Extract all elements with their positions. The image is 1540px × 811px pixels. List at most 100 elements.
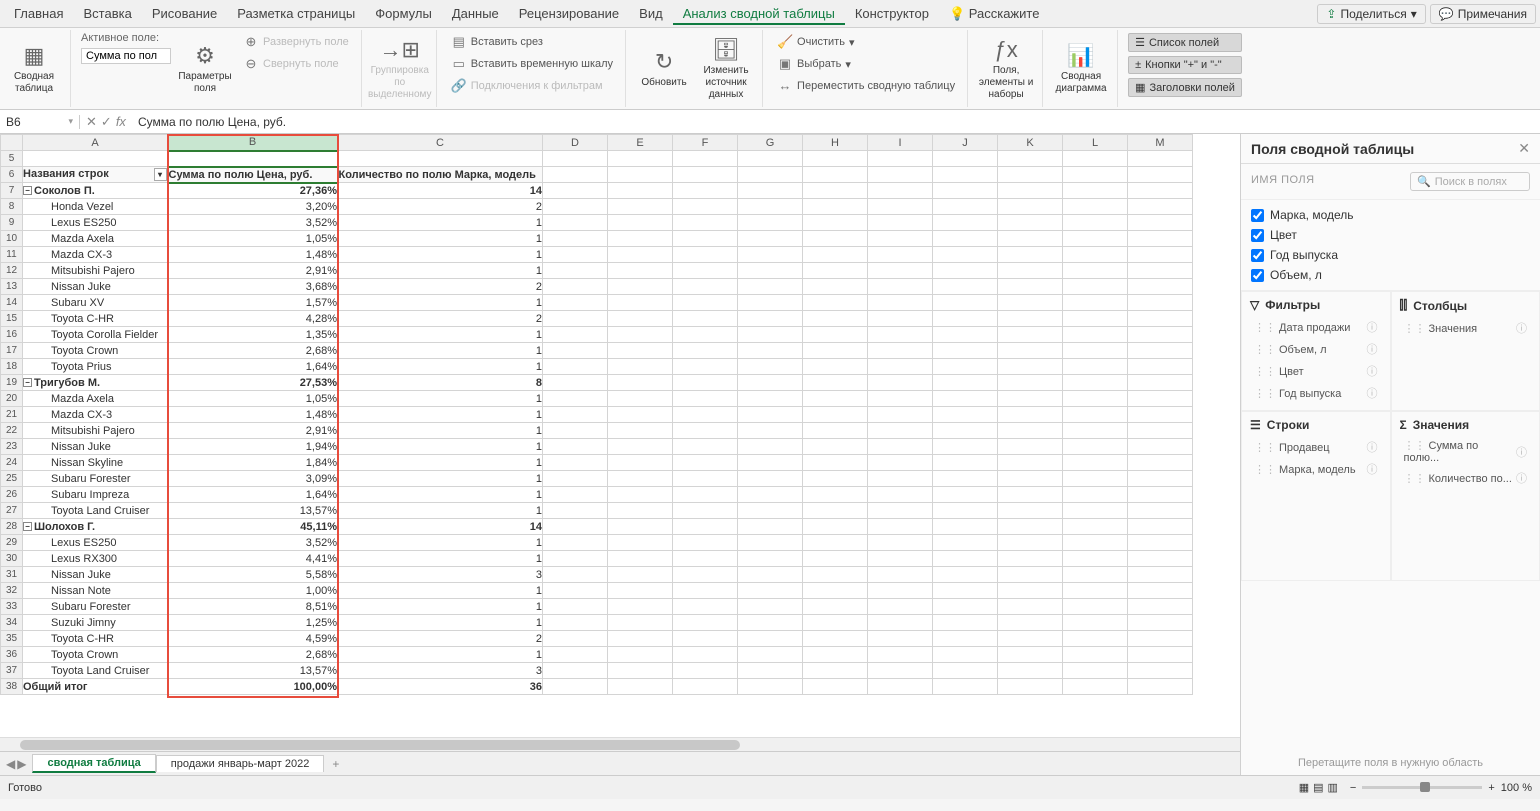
cell[interactable] (608, 359, 673, 375)
cell[interactable] (608, 503, 673, 519)
cell[interactable] (803, 183, 868, 199)
cell[interactable] (673, 247, 738, 263)
row-header[interactable]: 11 (1, 247, 23, 263)
cell[interactable]: 45,11% (168, 519, 338, 535)
menu-tab[interactable]: Данные (442, 2, 509, 25)
insert-timeline-button[interactable]: ▭Вставить временную шкалу (447, 54, 617, 74)
filter-dropdown-icon[interactable]: ▾ (154, 168, 167, 181)
row-header[interactable]: 31 (1, 567, 23, 583)
cell[interactable] (1063, 247, 1128, 263)
cell[interactable]: Lexus ES250 (23, 215, 168, 231)
cell[interactable] (868, 455, 933, 471)
cell[interactable] (1128, 151, 1193, 167)
cell[interactable] (543, 167, 608, 183)
cell[interactable]: 3,68% (168, 279, 338, 295)
cell[interactable]: Toyota Corolla Fielder (23, 327, 168, 343)
cell[interactable] (803, 439, 868, 455)
cell[interactable] (608, 583, 673, 599)
cell[interactable] (543, 343, 608, 359)
row-header[interactable]: 35 (1, 631, 23, 647)
cell[interactable] (543, 215, 608, 231)
row-header[interactable]: 30 (1, 551, 23, 567)
cell[interactable]: Mitsubishi Pajero (23, 263, 168, 279)
cell[interactable] (933, 375, 998, 391)
cell[interactable] (1063, 567, 1128, 583)
cell[interactable]: 4,28% (168, 311, 338, 327)
cell[interactable] (868, 679, 933, 695)
cell[interactable]: Toyota C-HR (23, 631, 168, 647)
cell[interactable]: Lexus ES250 (23, 535, 168, 551)
cell[interactable] (1128, 519, 1193, 535)
field-chip[interactable]: ⋮⋮Цветⓘ (1250, 360, 1382, 382)
cell[interactable]: 1 (338, 343, 543, 359)
cell[interactable] (1128, 295, 1193, 311)
cell[interactable]: 1,35% (168, 327, 338, 343)
cell[interactable] (608, 455, 673, 471)
field-chip[interactable]: ⋮⋮Дата продажиⓘ (1250, 316, 1382, 338)
cell[interactable]: Subaru Forester (23, 599, 168, 615)
cell[interactable]: Toyota Prius (23, 359, 168, 375)
values-drop-area[interactable]: ΣЗначения ⋮⋮Сумма по полю...ⓘ⋮⋮Количеств… (1391, 411, 1540, 581)
column-header[interactable]: B (168, 135, 338, 151)
cell[interactable] (868, 167, 933, 183)
cell[interactable] (1128, 167, 1193, 183)
cell[interactable] (868, 311, 933, 327)
cell[interactable] (1128, 375, 1193, 391)
cell[interactable] (738, 471, 803, 487)
info-icon[interactable]: ⓘ (1516, 470, 1527, 486)
cell[interactable] (673, 631, 738, 647)
field-item[interactable]: Цвет (1251, 228, 1530, 242)
cell[interactable]: Mazda CX-3 (23, 407, 168, 423)
cell[interactable] (608, 615, 673, 631)
cell[interactable] (738, 679, 803, 695)
cell[interactable] (1128, 311, 1193, 327)
horizontal-scrollbar[interactable] (0, 737, 1240, 751)
cell[interactable] (1063, 215, 1128, 231)
cell[interactable]: 1 (338, 487, 543, 503)
cell[interactable] (933, 487, 998, 503)
cell[interactable] (1063, 183, 1128, 199)
row-header[interactable]: 38 (1, 679, 23, 695)
cell[interactable] (608, 343, 673, 359)
cell[interactable] (1063, 631, 1128, 647)
move-pivot-button[interactable]: ↔Переместить сводную таблицу (773, 76, 959, 95)
cell[interactable]: Toyota Land Cruiser (23, 663, 168, 679)
cell[interactable] (608, 407, 673, 423)
cell[interactable] (608, 471, 673, 487)
collapse-icon[interactable]: − (23, 186, 32, 195)
cell[interactable] (23, 151, 168, 167)
cell[interactable] (933, 583, 998, 599)
cell[interactable] (933, 503, 998, 519)
cell[interactable] (1063, 679, 1128, 695)
row-header[interactable]: 20 (1, 391, 23, 407)
cell[interactable] (803, 535, 868, 551)
buttons-toggle[interactable]: ±Кнопки "+" и "-" (1128, 56, 1242, 74)
menu-tab[interactable]: Конструктор (845, 2, 939, 25)
field-checkbox[interactable] (1251, 209, 1264, 222)
field-item[interactable]: Объем, л (1251, 268, 1530, 282)
cancel-formula-icon[interactable]: ✕ (86, 114, 97, 130)
cell[interactable] (738, 391, 803, 407)
cell[interactable] (803, 471, 868, 487)
info-icon[interactable]: ⓘ (1367, 319, 1378, 335)
cell[interactable] (608, 327, 673, 343)
cell[interactable] (868, 487, 933, 503)
menu-tab[interactable]: Рисование (142, 2, 227, 25)
cell[interactable] (868, 535, 933, 551)
cell[interactable] (738, 519, 803, 535)
cell[interactable] (998, 343, 1063, 359)
cell[interactable] (168, 151, 338, 167)
menu-tab[interactable]: Рецензирование (509, 2, 629, 25)
filters-drop-area[interactable]: ▽Фильтры ⋮⋮Дата продажиⓘ⋮⋮Объем, лⓘ⋮⋮Цве… (1241, 291, 1391, 411)
cell[interactable] (1063, 199, 1128, 215)
cell[interactable] (738, 343, 803, 359)
cell[interactable] (998, 519, 1063, 535)
cell[interactable]: Toyota Land Cruiser (23, 503, 168, 519)
cell[interactable] (543, 359, 608, 375)
column-header[interactable]: K (998, 135, 1063, 151)
cell[interactable]: 3,52% (168, 535, 338, 551)
row-header[interactable]: 21 (1, 407, 23, 423)
cell[interactable] (803, 295, 868, 311)
add-sheet-button[interactable]: + (324, 757, 347, 771)
cell[interactable] (738, 375, 803, 391)
